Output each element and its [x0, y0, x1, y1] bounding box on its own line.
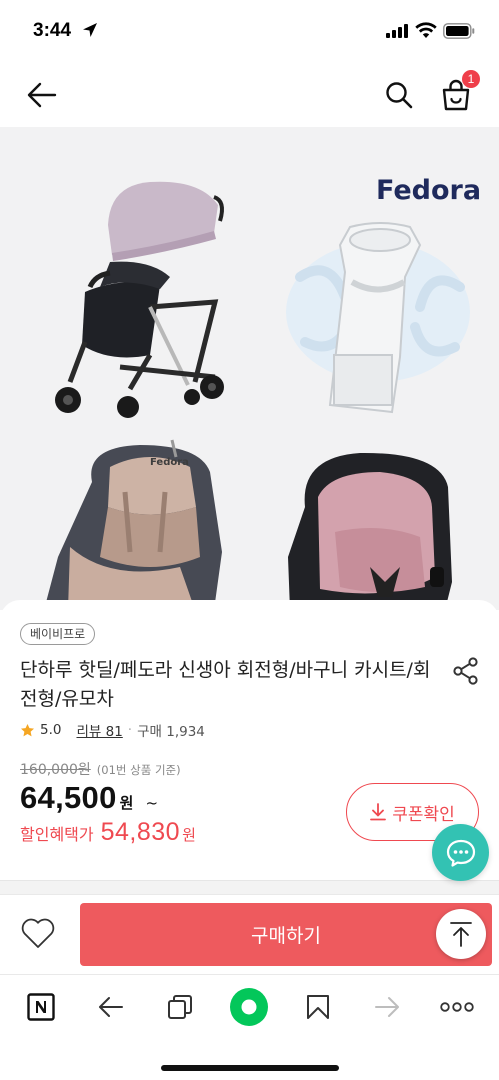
naver-home-button[interactable] [21, 987, 61, 1027]
search-icon [386, 82, 413, 109]
wishlist-button[interactable] [18, 913, 58, 953]
price-tilde: ~ [145, 794, 159, 812]
star-icon [21, 723, 34, 736]
chat-button[interactable] [432, 824, 489, 881]
back-icon [99, 997, 123, 1017]
buy-button-label: 구매하기 [251, 925, 321, 947]
home-indicator [161, 1065, 339, 1071]
sale-price-unit: 원 [119, 794, 134, 812]
chat-bubble-icon [446, 839, 475, 867]
section-divider [0, 880, 499, 894]
tabs-button[interactable] [160, 987, 200, 1027]
tabs-icon [168, 995, 192, 1019]
bookmark-button[interactable] [298, 987, 338, 1027]
arrow-up-bar-icon [450, 922, 472, 947]
discount-label: 할인혜택가 [20, 825, 94, 844]
more-button[interactable] [437, 987, 477, 1027]
stroller-image [55, 181, 224, 418]
original-price-note: (01번 상품 기준) [96, 763, 181, 777]
status-time: 3:44 [33, 20, 72, 41]
home-green-icon [230, 988, 268, 1026]
original-price: 160,000원 [20, 762, 91, 778]
original-price-row: 160,000원 (01번 상품 기준) [20, 759, 181, 779]
dot-separator: · [127, 722, 133, 738]
wifi-icon [415, 22, 437, 38]
download-icon [370, 803, 387, 821]
bookmark-icon [307, 995, 329, 1019]
product-info-sheet: 베이비프로 단하루 핫딜/페도라 신생아 회전형/바구니 카시트/회전형/유모차… [0, 600, 499, 890]
rotating-carseat-image: Fedora [44, 439, 222, 610]
back-button[interactable] [22, 78, 62, 112]
purchase-count: 구매 1,934 [137, 724, 205, 740]
battery-icon [443, 23, 475, 39]
seat-liner-image [286, 222, 470, 414]
status-bar: 3:44 [0, 0, 499, 62]
share-icon [453, 657, 478, 685]
forward-icon [375, 997, 399, 1017]
rating-row: 5.0 리뷰 81 · 구매 1,934 [20, 720, 205, 740]
cart-button[interactable]: 1 [436, 70, 480, 114]
naver-n-icon [27, 993, 55, 1021]
discount-price: 54,830 [100, 818, 181, 846]
brand-logo: Fedora [376, 175, 481, 206]
product-photo-collage: Fedora Fedora [44, 175, 481, 610]
browser-forward-button[interactable] [367, 987, 407, 1027]
sale-price: 64,500 [20, 780, 117, 815]
back-arrow-icon [27, 82, 57, 108]
review-link[interactable]: 리뷰 81 [76, 720, 122, 740]
search-button[interactable] [380, 76, 418, 114]
buy-bar: 구매하기 [0, 894, 499, 974]
discount-row: 할인혜택가 54,830 원 [20, 818, 196, 847]
app-header: 1 [0, 62, 499, 127]
scroll-to-top-button[interactable] [436, 909, 486, 959]
rating-value: 5.0 [40, 722, 62, 738]
price-row: 64,500 원 ~ [20, 780, 158, 816]
discount-price-unit: 원 [182, 826, 196, 844]
cart-count-badge: 1 [462, 70, 480, 88]
browser-back-button[interactable] [91, 987, 131, 1027]
signal-icon [386, 24, 408, 38]
basket-carseat-image [288, 452, 452, 610]
green-dot-button[interactable] [229, 987, 269, 1027]
product-image[interactable]: Fedora Fedora [0, 127, 499, 610]
coupon-check-label: 쿠폰확인 [392, 804, 455, 825]
buy-button[interactable]: 구매하기 [80, 903, 492, 966]
category-chip[interactable]: 베이비프로 [20, 623, 96, 645]
share-button[interactable] [450, 655, 482, 687]
svg-text:Fedora: Fedora [150, 457, 189, 468]
heart-icon [21, 918, 55, 948]
product-title: 단하루 핫딜/페도라 신생아 회전형/바구니 카시트/회전형/유모차 [20, 659, 431, 710]
more-icon [440, 1002, 474, 1012]
location-arrow-icon [83, 23, 97, 37]
